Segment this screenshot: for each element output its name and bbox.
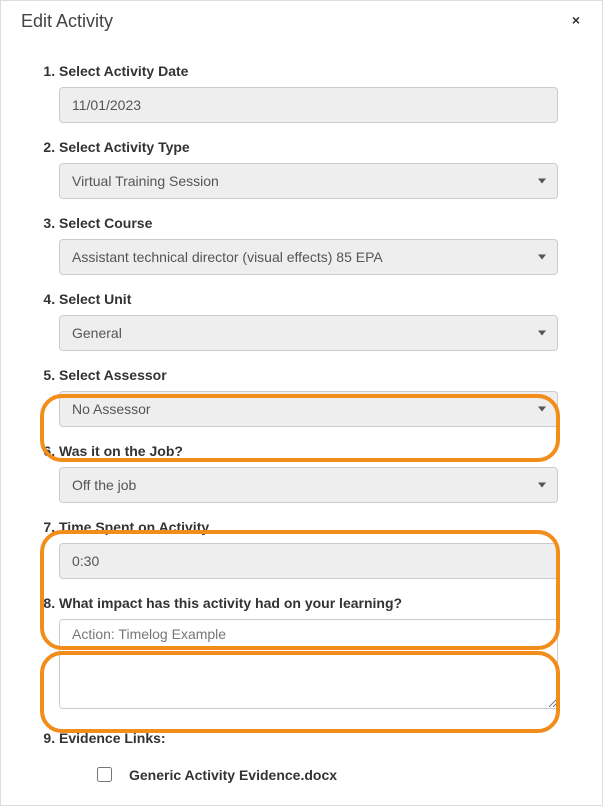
evidence-file-name: Generic Activity Evidence.docx	[129, 767, 337, 783]
textarea-impact[interactable]	[59, 619, 558, 709]
label-impact: What impact has this activity had on you…	[59, 595, 558, 611]
field-evidence: Evidence Links: Generic Activity Evidenc…	[59, 730, 562, 787]
field-assessor: Select Assessor No Assessor	[59, 367, 562, 427]
input-activity-date[interactable]	[59, 87, 558, 123]
evidence-checkbox[interactable]	[97, 767, 112, 782]
field-unit: Select Unit General	[59, 291, 562, 351]
modal-title: Edit Activity	[21, 11, 113, 32]
field-impact: What impact has this activity had on you…	[59, 595, 562, 714]
modal-body[interactable]: Select Activity Date Select Activity Typ…	[21, 51, 584, 787]
evidence-row: Generic Activity Evidence.docx	[59, 754, 558, 787]
field-activity-type: Select Activity Type Virtual Training Se…	[59, 139, 562, 199]
select-on-the-job[interactable]: Off the job	[59, 467, 558, 503]
select-unit[interactable]: General	[59, 315, 558, 351]
label-activity-type: Select Activity Type	[59, 139, 558, 155]
field-on-the-job: Was it on the Job? Off the job	[59, 443, 562, 503]
modal-header: Edit Activity ×	[1, 1, 602, 36]
form-list: Select Activity Date Select Activity Typ…	[21, 51, 574, 787]
label-unit: Select Unit	[59, 291, 558, 307]
label-on-the-job: Was it on the Job?	[59, 443, 558, 459]
select-course[interactable]: Assistant technical director (visual eff…	[59, 239, 558, 275]
select-activity-type[interactable]: Virtual Training Session	[59, 163, 558, 199]
label-course: Select Course	[59, 215, 558, 231]
label-evidence: Evidence Links:	[59, 730, 558, 746]
field-activity-date: Select Activity Date	[59, 63, 562, 123]
select-assessor[interactable]: No Assessor	[59, 391, 558, 427]
label-activity-date: Select Activity Date	[59, 63, 558, 79]
close-icon[interactable]: ×	[566, 11, 586, 29]
edit-activity-modal: Edit Activity × Select Activity Date Sel…	[0, 0, 603, 806]
label-time-spent: Time Spent on Activity	[59, 519, 558, 535]
input-time-spent[interactable]	[59, 543, 558, 579]
field-course: Select Course Assistant technical direct…	[59, 215, 562, 275]
field-time-spent: Time Spent on Activity	[59, 519, 562, 579]
label-assessor: Select Assessor	[59, 367, 558, 383]
